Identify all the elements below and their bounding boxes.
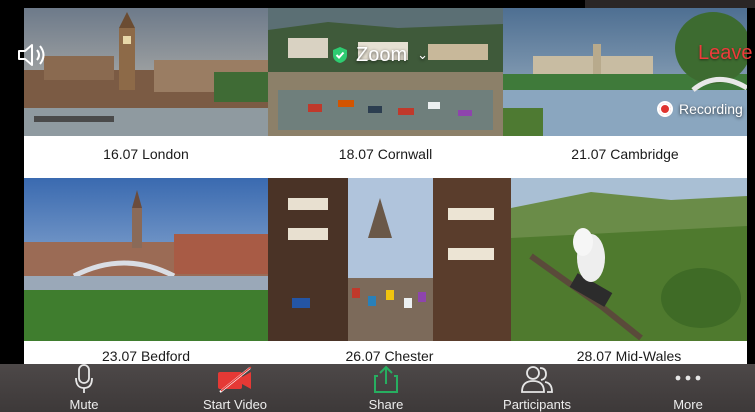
window-edge — [585, 0, 755, 8]
leave-button[interactable]: Leave — [698, 42, 753, 65]
gallery-tile-bedford: 23.07 Bedford — [24, 178, 268, 364]
gallery-tile-cornwall: 18.07 Cornwall — [268, 8, 503, 178]
recording-indicator: Recording — [657, 101, 743, 117]
meeting-toolbar: Mute Start Video Share Participants More — [0, 364, 755, 412]
london-photo — [24, 8, 268, 136]
gallery-tile-chester: 26.07 Chester — [268, 178, 511, 364]
meeting-title-menu[interactable]: Zoom ⌄ — [332, 42, 428, 68]
mute-label: Mute — [69, 397, 99, 412]
participants-label: Participants — [503, 397, 571, 412]
more-label: More — [673, 397, 703, 412]
speaker-icon[interactable] — [16, 42, 48, 68]
share-label: Share — [368, 397, 404, 412]
mid-wales-photo — [511, 178, 747, 341]
tile-caption: 26.07 Chester — [345, 348, 434, 364]
recording-label: Recording — [679, 101, 743, 117]
chevron-down-icon: ⌄ — [417, 47, 429, 62]
gallery-tile-cambridge: 21.07 Cambridge — [503, 8, 747, 178]
meeting-screen: 16.07 London 18.07 Cornwall 21.07 Cambri… — [0, 0, 755, 412]
tile-caption: 21.07 Cambridge — [571, 146, 679, 162]
video-off-icon — [218, 366, 252, 393]
gallery-tile-mid-wales: 28.07 Mid-Wales — [511, 178, 747, 364]
cornwall-photo — [268, 8, 503, 136]
tile-caption: 16.07 London — [103, 146, 189, 162]
more-dots-icon — [675, 375, 701, 381]
shield-check-icon — [333, 47, 347, 63]
participants-icon — [521, 366, 553, 393]
share-button[interactable]: Share — [356, 364, 416, 412]
tile-caption: 23.07 Bedford — [102, 348, 190, 364]
start-video-label: Start Video — [202, 397, 268, 412]
more-button[interactable]: More — [658, 364, 718, 412]
tile-caption: 18.07 Cornwall — [338, 146, 433, 162]
tile-caption: 28.07 Mid-Wales — [576, 348, 682, 364]
gallery-tile-london: 16.07 London — [24, 8, 268, 178]
participants-button[interactable]: Participants — [494, 364, 580, 412]
microphone-icon — [75, 364, 93, 393]
bedford-photo — [24, 178, 268, 341]
share-icon — [374, 365, 398, 393]
meeting-title: Zoom — [356, 43, 408, 66]
chester-photo — [268, 178, 511, 341]
start-video-button[interactable]: Start Video — [196, 364, 274, 412]
recording-icon — [657, 101, 673, 117]
mute-button[interactable]: Mute — [54, 364, 114, 412]
